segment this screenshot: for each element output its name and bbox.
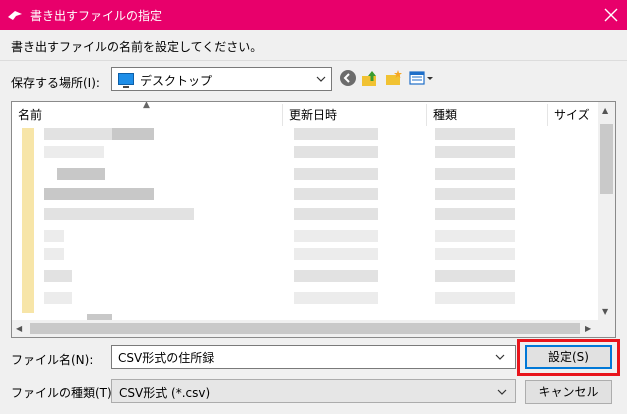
scroll-left-icon[interactable]: ◀ xyxy=(16,324,22,333)
scroll-thumb[interactable] xyxy=(600,124,613,194)
scroll-right-icon[interactable]: ▶ xyxy=(585,324,591,333)
list-item[interactable] xyxy=(294,230,378,242)
save-location-value: デスクトップ xyxy=(140,74,213,88)
close-button[interactable] xyxy=(595,0,627,30)
list-item[interactable] xyxy=(294,188,378,200)
column-header-modified[interactable]: 更新日時 xyxy=(283,104,427,126)
list-item[interactable] xyxy=(435,146,515,158)
back-icon[interactable] xyxy=(339,69,357,87)
save-location-select[interactable]: デスクトップ xyxy=(111,67,332,91)
divider xyxy=(0,60,627,61)
window-title: 書き出すファイルの指定 xyxy=(30,9,163,23)
list-item[interactable] xyxy=(44,230,64,242)
list-item[interactable] xyxy=(44,146,104,158)
list-item[interactable] xyxy=(294,270,378,282)
chevron-down-icon xyxy=(497,389,507,395)
column-header-type[interactable]: 種類 xyxy=(427,104,548,126)
scroll-down-icon[interactable]: ▼ xyxy=(602,307,608,316)
list-item[interactable] xyxy=(435,248,515,260)
file-icon xyxy=(22,128,34,313)
file-type-select[interactable]: CSV形式 (*.csv) xyxy=(111,379,516,403)
list-item[interactable] xyxy=(435,208,515,220)
desktop-icon xyxy=(118,73,134,88)
file-type-value: CSV形式 (*.csv) xyxy=(119,386,211,400)
column-header-size[interactable]: サイズ xyxy=(548,104,600,126)
title-bar: 書き出すファイルの指定 xyxy=(0,0,627,30)
new-folder-icon[interactable] xyxy=(385,69,403,87)
list-item[interactable] xyxy=(57,168,105,180)
list-item[interactable] xyxy=(294,146,378,158)
file-name-input[interactable] xyxy=(111,345,516,369)
list-item[interactable] xyxy=(435,270,515,282)
instruction-text: 書き出すファイルの名前を設定してください。 xyxy=(11,40,263,54)
list-item[interactable] xyxy=(294,208,378,220)
scroll-thumb[interactable] xyxy=(30,323,580,334)
list-item[interactable] xyxy=(435,188,515,200)
list-item[interactable] xyxy=(294,128,378,140)
save-button[interactable]: 設定(S) xyxy=(525,345,612,369)
list-item[interactable] xyxy=(435,128,515,140)
view-menu-icon[interactable] xyxy=(409,69,435,87)
list-item[interactable] xyxy=(435,230,515,242)
scroll-up-icon[interactable]: ▲ xyxy=(602,106,608,115)
list-item[interactable] xyxy=(44,270,72,282)
column-header-name[interactable]: 名前 xyxy=(12,104,283,126)
list-item[interactable] xyxy=(112,128,154,140)
up-folder-icon[interactable] xyxy=(361,69,379,87)
scroll-corner xyxy=(598,320,615,337)
file-list[interactable]: ▲ 名前 更新日時 種類 サイズ ▲ ▼ ◀ ▶ xyxy=(11,101,616,338)
save-in-label: 保存する場所(I): xyxy=(11,76,100,90)
list-item[interactable] xyxy=(294,292,378,304)
app-logo-icon xyxy=(8,11,22,20)
list-item[interactable] xyxy=(294,248,378,260)
file-name-label: ファイル名(N): xyxy=(11,353,94,367)
cancel-button[interactable]: キャンセル xyxy=(525,380,612,404)
list-item[interactable] xyxy=(44,208,194,220)
list-item[interactable] xyxy=(44,248,64,260)
list-item[interactable] xyxy=(44,188,154,200)
chevron-down-icon xyxy=(316,76,326,82)
list-item[interactable] xyxy=(435,292,515,304)
file-type-label: ファイルの種類(T): xyxy=(11,386,116,400)
list-item[interactable] xyxy=(44,292,72,304)
list-item[interactable] xyxy=(294,168,378,180)
vertical-scrollbar[interactable]: ▲ ▼ xyxy=(598,102,615,321)
horizontal-scrollbar[interactable]: ◀ ▶ xyxy=(12,320,598,337)
list-item[interactable] xyxy=(435,168,515,180)
close-icon xyxy=(604,8,618,22)
